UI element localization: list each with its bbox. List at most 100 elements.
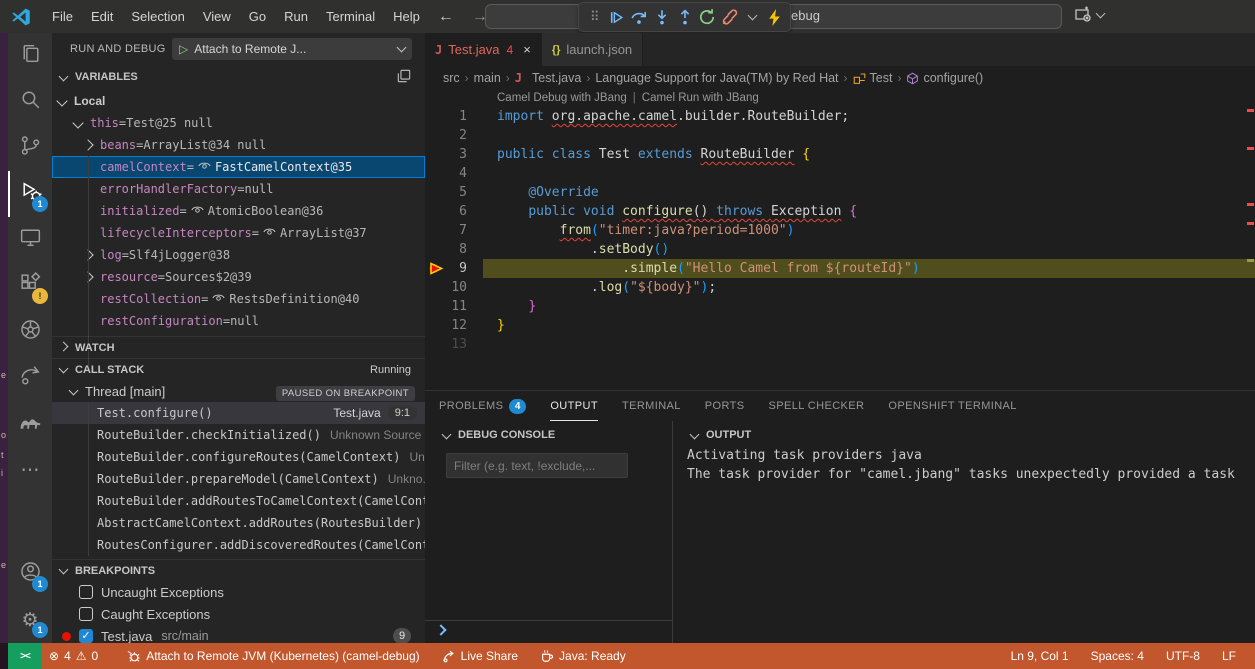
code-line-6[interactable]: 6 public void configure() throws Excepti…	[425, 202, 1255, 221]
paused-breakpoint-icon[interactable]	[428, 261, 445, 276]
java-status[interactable]: Java: Ready	[533, 643, 633, 669]
line-number[interactable]: 3	[425, 145, 467, 164]
status-cursor-position[interactable]: Ln 9, Col 1	[1002, 643, 1078, 669]
code-line-8[interactable]: 8 .setBody()	[425, 240, 1255, 259]
lazy-eye-icon[interactable]	[194, 160, 215, 174]
stack-frame-row[interactable]: RouteBuilder.configureRoutes(CamelContex…	[52, 446, 425, 468]
tab-launch-json[interactable]: {}launch.json	[542, 33, 643, 66]
debug-console-filter-input[interactable]	[446, 453, 628, 478]
tab-test-java[interactable]: JTest.java4×	[425, 33, 542, 66]
breakpoint-row[interactable]: Uncaught Exceptions	[52, 581, 425, 603]
breakpoint-checkbox[interactable]	[79, 585, 93, 599]
stack-frame-row[interactable]: RouteBuilder.addRoutesToCamelContext(Cam…	[52, 490, 425, 512]
variable-row-lifecycleInterceptors[interactable]: lifecycleInterceptors = ArrayList@37	[52, 222, 425, 244]
menu-edit[interactable]: Edit	[82, 0, 122, 33]
variable-row-initialized[interactable]: initialized = AtomicBoolean@36	[52, 200, 425, 222]
stack-frame-row[interactable]: RoutesConfigurer.addDiscoveredRoutes(Cam…	[52, 534, 425, 556]
breadcrumb-item-1[interactable]: src	[443, 71, 460, 85]
panel-tab-terminal[interactable]: TERMINAL	[622, 391, 681, 421]
variable-row-Local[interactable]: Local	[52, 90, 425, 112]
code-line-1[interactable]: 1import org.apache.camel.builder.RouteBu…	[425, 107, 1255, 126]
line-number[interactable]: 11	[425, 297, 467, 316]
open-panel-icon[interactable]	[397, 69, 411, 86]
line-number[interactable]: 4	[425, 164, 467, 183]
code-editor[interactable]: 1import org.apache.camel.builder.RouteBu…	[425, 107, 1255, 354]
code-line-10[interactable]: 10 .log("${body}");	[425, 278, 1255, 297]
line-number[interactable]: 13	[425, 335, 467, 354]
panel-tab-ports[interactable]: PORTS	[705, 391, 745, 421]
back-icon[interactable]: ←	[429, 8, 463, 26]
variables-section-header[interactable]: VARIABLES	[52, 66, 425, 88]
menu-selection[interactable]: Selection	[122, 0, 193, 33]
menu-view[interactable]: View	[194, 0, 240, 33]
panel-tab-openshift-terminal[interactable]: OPENSHIFT TERMINAL	[888, 391, 1016, 421]
line-number[interactable]: 5	[425, 183, 467, 202]
code-line-5[interactable]: 5 @Override	[425, 183, 1255, 202]
code-line-4[interactable]: 4	[425, 164, 1255, 183]
menu-help[interactable]: Help	[384, 0, 429, 33]
continue-icon[interactable]	[607, 5, 628, 29]
debug-console-header[interactable]: DEBUG CONSOLE	[435, 424, 555, 446]
remote-indicator[interactable]: ><	[8, 643, 42, 669]
lazy-eye-icon[interactable]	[208, 292, 229, 306]
code-line-13[interactable]: 13	[425, 335, 1255, 354]
activity-item-extensions[interactable]: !	[8, 263, 52, 309]
line-number[interactable]: 7	[425, 221, 467, 240]
line-number[interactable]: 6	[425, 202, 467, 221]
restart-icon[interactable]	[697, 5, 718, 29]
menu-run[interactable]: Run	[275, 0, 317, 33]
step-out-icon[interactable]	[674, 5, 695, 29]
breakpoint-checkbox[interactable]: ✓	[79, 629, 93, 643]
code-line-2[interactable]: 2	[425, 126, 1255, 145]
code-line-12[interactable]: 12}	[425, 316, 1255, 335]
code-line-11[interactable]: 11 }	[425, 297, 1255, 316]
panel-tab-spell-checker[interactable]: SPELL CHECKER	[769, 391, 865, 421]
live-share-status[interactable]: Live Share	[435, 643, 525, 669]
activity-item-camel[interactable]	[8, 401, 52, 447]
activity-item-run-and-debug[interactable]: 1	[8, 171, 52, 217]
activity-item-openshift[interactable]	[8, 355, 52, 401]
line-number[interactable]: 8	[425, 240, 467, 259]
breakpoints-section-header[interactable]: BREAKPOINTS	[52, 559, 425, 581]
close-icon[interactable]: ×	[523, 42, 531, 57]
panel-tab-output[interactable]: OUTPUT	[550, 391, 598, 421]
start-debug-icon[interactable]: ▷	[179, 42, 188, 56]
status-encoding[interactable]: UTF-8	[1157, 643, 1209, 669]
status-indentation[interactable]: Spaces: 4	[1082, 643, 1153, 669]
line-number[interactable]: 12	[425, 316, 467, 335]
menu-terminal[interactable]: Terminal	[317, 0, 384, 33]
breadcrumb-item-6[interactable]: configure()	[906, 71, 983, 85]
code-line-3[interactable]: 3public class Test extends RouteBuilder …	[425, 145, 1255, 164]
output-log[interactable]: Activating task providers javaThe task p…	[687, 446, 1255, 484]
variable-row-log[interactable]: log = Slf4jLogger@38	[52, 244, 425, 266]
activity-item-remote-explorer[interactable]	[8, 217, 52, 263]
variable-row-errorHandlerFactory[interactable]: errorHandlerFactory = null	[52, 178, 425, 200]
hot-code-replace-icon[interactable]	[765, 5, 786, 29]
codelens-camel-debug-link[interactable]: Camel Debug with JBang	[497, 92, 627, 104]
session-dropdown-icon[interactable]	[742, 5, 763, 29]
activity-item-search[interactable]	[8, 79, 52, 125]
code-line-9[interactable]: 9 .simple("Hello Camel from ${routeId}")	[425, 259, 1255, 278]
activity-item-source-control[interactable]	[8, 125, 52, 171]
launch-config-dropdown[interactable]: ▷ Attach to Remote J...	[172, 38, 412, 60]
line-number[interactable]: 1	[425, 107, 467, 126]
debug-repl-row[interactable]	[425, 620, 672, 644]
output-pane-header[interactable]: OUTPUT	[683, 424, 751, 446]
breakpoint-row[interactable]: Caught Exceptions	[52, 603, 425, 625]
problems-status[interactable]: ⊗ 4 ⚠ 0	[42, 643, 105, 669]
call-stack-section-header[interactable]: CALL STACK Running	[52, 358, 425, 380]
breakpoint-checkbox[interactable]	[79, 607, 93, 621]
disconnect-icon[interactable]	[719, 5, 740, 29]
watch-section-header[interactable]: WATCH	[52, 336, 425, 358]
thread-row[interactable]: Thread [main] PAUSED ON BREAKPOINT	[52, 380, 425, 402]
code-line-7[interactable]: 7 from("timer:java?period=1000")	[425, 221, 1255, 240]
twistie-icon[interactable]	[82, 139, 93, 150]
variable-row-restConfiguration[interactable]: restConfiguration = null	[52, 310, 425, 332]
stack-frame-row[interactable]: AbstractCamelContext.addRoutes(RoutesBui…	[52, 512, 425, 534]
activity-item-more[interactable]: ⋯	[8, 447, 52, 493]
drag-handle-icon[interactable]: ⠿	[584, 5, 605, 29]
stack-frame-row[interactable]: Test.configure()Test.java9:1	[52, 402, 425, 424]
menu-go[interactable]: Go	[240, 0, 275, 33]
breadcrumb-item-4[interactable]: Language Support for Java(TM) by Red Hat	[595, 71, 838, 85]
breadcrumb-item-3[interactable]: JTest.java	[515, 71, 582, 85]
